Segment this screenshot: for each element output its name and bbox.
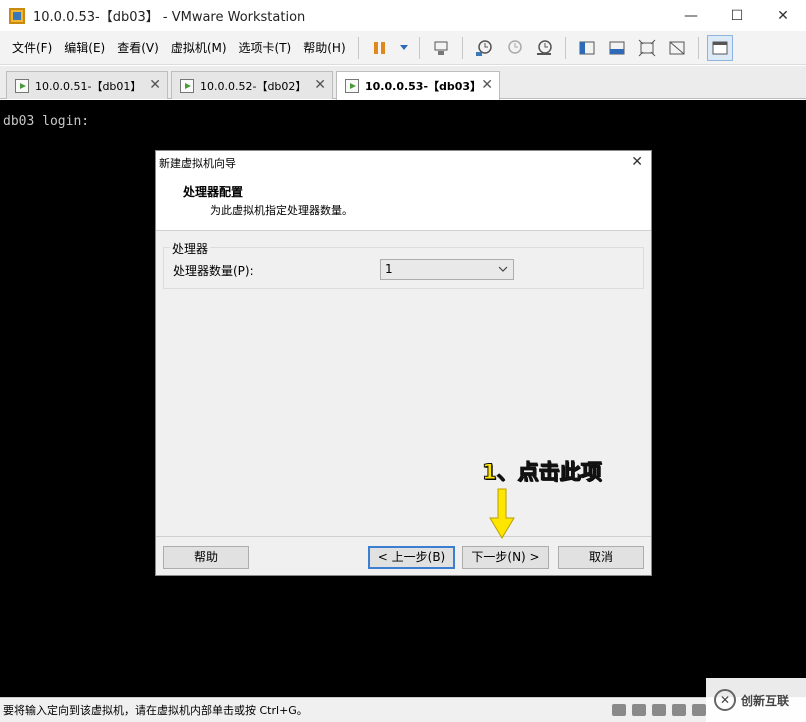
dialog-title: 新建虚拟机向导 <box>159 156 236 170</box>
page-title: 处理器配置 <box>183 185 244 199</box>
console-view-icon[interactable] <box>706 34 733 61</box>
dialog-titlebar: 新建虚拟机向导 ✕ <box>156 151 651 174</box>
minimize-button[interactable]: — <box>668 0 714 31</box>
close-tab-icon[interactable]: ✕ <box>314 77 326 93</box>
vm-powered-on-icon <box>345 79 359 93</box>
sound-icon[interactable] <box>692 704 706 716</box>
tab-label: 10.0.0.51-【db01】 <box>35 79 142 93</box>
watermark-text: 创新互联 <box>741 693 790 708</box>
console-login-prompt: db03 login: <box>3 114 90 129</box>
thumbnail-bar-icon[interactable] <box>604 35 630 61</box>
menu-view[interactable]: 查看(V) <box>111 36 165 60</box>
status-bar: 要将输入定向到该虚拟机，请在虚拟机内部单击或按 Ctrl+G。 <box>0 697 806 722</box>
menu-vm[interactable]: 虚拟机(M) <box>165 36 233 60</box>
snapshot-icon[interactable] <box>471 35 497 61</box>
tab-label: 10.0.0.53-【db03】 <box>365 80 482 93</box>
status-text: 要将输入定向到该虚拟机，请在虚拟机内部单击或按 Ctrl+G。 <box>3 704 308 717</box>
tab-db01[interactable]: 10.0.0.51-【db01】 ✕ <box>6 71 168 99</box>
toolbar-separator <box>697 36 699 59</box>
vmware-app-icon <box>9 7 25 24</box>
pause-icon[interactable] <box>367 35 393 61</box>
dialog-header: 处理器配置 为此虚拟机指定处理器数量。 <box>156 174 651 231</box>
unity-mode-icon[interactable] <box>664 35 690 61</box>
close-icon[interactable]: ✕ <box>631 154 643 170</box>
tutorial-annotation: 1、点击此项 <box>482 460 603 485</box>
close-tab-icon[interactable]: ✕ <box>149 77 161 93</box>
menu-file[interactable]: 文件(F) <box>6 36 58 60</box>
page-subtitle: 为此虚拟机指定处理器数量。 <box>210 204 353 217</box>
watermark: ✕ 创新互联 <box>706 678 806 722</box>
hard-disk-icon[interactable] <box>612 704 626 716</box>
vm-powered-on-icon <box>180 78 194 93</box>
tab-db03[interactable]: 10.0.0.53-【db03】 ✕ <box>336 71 500 100</box>
processor-count-label: 处理器数量(P): <box>173 264 254 278</box>
next-button[interactable]: 下一步(N) > <box>462 546 549 569</box>
show-library-icon[interactable] <box>574 35 600 61</box>
vm-tab-strip: 10.0.0.51-【db01】 ✕ 10.0.0.52-【db02】 ✕ 10… <box>0 66 806 100</box>
menu-edit[interactable]: 编辑(E) <box>58 36 111 60</box>
vm-powered-on-icon <box>15 78 29 93</box>
back-button[interactable]: < 上一步(B) <box>368 546 455 569</box>
close-tab-icon[interactable]: ✕ <box>481 77 493 93</box>
window-controls: — ☐ ✕ <box>668 0 806 31</box>
chevron-down-icon <box>498 260 508 286</box>
watermark-logo-icon: ✕ <box>714 689 736 711</box>
group-legend: 处理器 <box>170 240 211 257</box>
processor-count-value: 1 <box>385 262 393 276</box>
window-title: 10.0.0.53-【db03】 - VMware Workstation <box>33 10 306 25</box>
toolbar-separator <box>461 36 463 59</box>
window-titlebar: 10.0.0.53-【db03】 - VMware Workstation — … <box>0 0 806 31</box>
network-adapter-icon[interactable] <box>632 704 646 716</box>
send-ctrl-alt-del-icon[interactable] <box>428 35 454 61</box>
footer-divider <box>156 536 651 537</box>
tab-db02[interactable]: 10.0.0.52-【db02】 ✕ <box>171 71 333 99</box>
help-button[interactable]: 帮助 <box>163 546 249 569</box>
full-screen-icon[interactable] <box>634 35 660 61</box>
snapshot-manager-icon[interactable] <box>531 35 557 61</box>
revert-snapshot-icon[interactable] <box>501 35 527 61</box>
toolbar-separator <box>418 36 420 59</box>
maximize-button[interactable]: ☐ <box>714 0 760 31</box>
cancel-button[interactable]: 取消 <box>558 546 644 569</box>
menu-help[interactable]: 帮助(H) <box>297 36 351 60</box>
new-vm-wizard-dialog: 新建虚拟机向导 ✕ 处理器配置 为此虚拟机指定处理器数量。 处理器 处理器数量(… <box>155 150 652 576</box>
toolbar-separator <box>357 36 359 59</box>
dropdown-arrow-icon[interactable] <box>397 35 411 61</box>
annotation-arrow-icon <box>489 488 515 539</box>
processor-group: 处理器 处理器数量(P): 1 <box>163 240 644 289</box>
menu-toolbar: 文件(F) 编辑(E) 查看(V) 虚拟机(M) 选项卡(T) 帮助(H) <box>0 31 806 65</box>
usb-icon[interactable] <box>672 704 686 716</box>
device-status-icons <box>606 704 706 716</box>
close-window-button[interactable]: ✕ <box>760 0 806 31</box>
processor-count-select[interactable]: 1 <box>380 259 514 280</box>
cd-rom-icon[interactable] <box>652 704 666 716</box>
toolbar-separator <box>564 36 566 59</box>
tab-label: 10.0.0.52-【db02】 <box>200 79 307 93</box>
menu-tabs[interactable]: 选项卡(T) <box>233 36 298 60</box>
